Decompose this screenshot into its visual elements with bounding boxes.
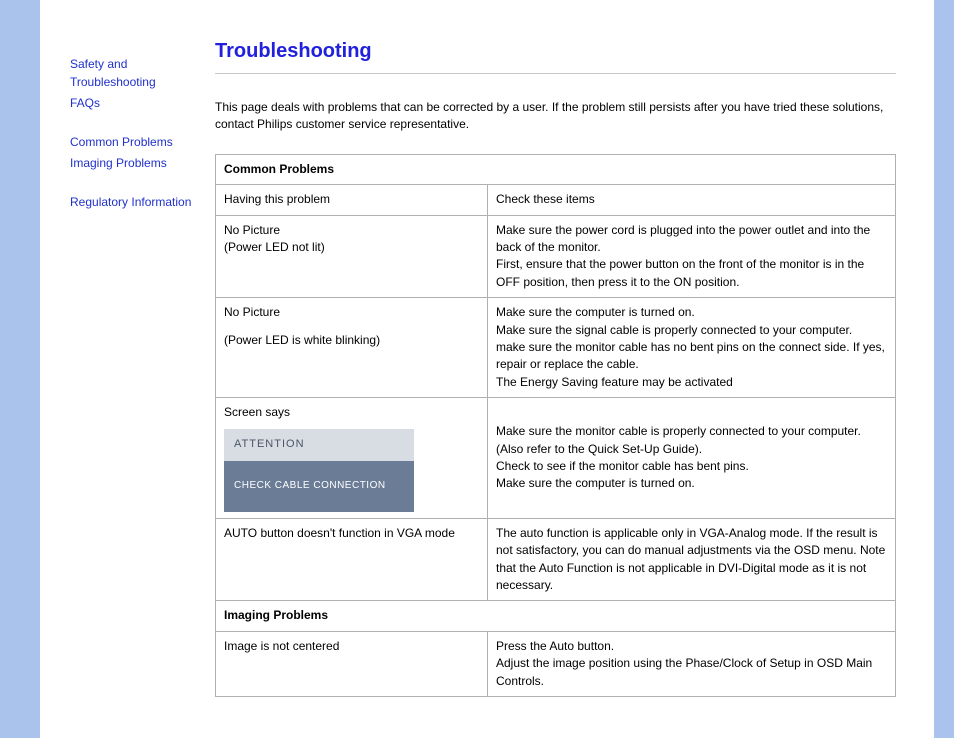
page-title: Troubleshooting (215, 40, 896, 63)
solution-text: Adjust the image position using the Phas… (496, 655, 887, 690)
solution-text: The Energy Saving feature may be activat… (496, 374, 887, 391)
solution-cell: Make sure the power cord is plugged into… (488, 215, 896, 298)
problem-text: No Picture (224, 222, 479, 239)
main-content: Troubleshooting This page deals with pro… (210, 0, 916, 738)
section-heading-imaging: Imaging Problems (216, 601, 896, 631)
problem-text: (Power LED is white blinking) (224, 332, 479, 349)
left-decorative-bar (0, 0, 40, 738)
attention-dialog: ATTENTION CHECK CABLE CONNECTION (224, 429, 414, 511)
solution-text: Make sure the power cord is plugged into… (496, 222, 887, 257)
nav-link-imaging-problems[interactable]: Imaging Problems (70, 154, 200, 172)
title-divider (215, 73, 896, 74)
attention-message: CHECK CABLE CONNECTION (224, 461, 414, 512)
column-heading-problem: Having this problem (216, 185, 488, 215)
nav-link-common-problems[interactable]: Common Problems (70, 133, 200, 151)
solution-cell: Make sure the computer is turned on. Mak… (488, 298, 896, 398)
solution-cell: The auto function is applicable only in … (488, 518, 896, 601)
problem-cell: No Picture (Power LED not lit) (216, 215, 488, 298)
right-decorative-bar (934, 0, 954, 738)
table-section-row: Imaging Problems (216, 601, 896, 631)
table-section-row: Common Problems (216, 154, 896, 184)
problem-text: Image is not centered (224, 638, 479, 655)
sidebar-nav: Safety and Troubleshooting FAQs Common P… (40, 0, 210, 738)
page-container: Safety and Troubleshooting FAQs Common P… (0, 0, 954, 738)
table-row: AUTO button doesn't function in VGA mode… (216, 518, 896, 601)
solution-cell: Make sure the monitor cable is properly … (488, 398, 896, 519)
solution-text: make sure the monitor cable has no bent … (496, 339, 887, 374)
solution-text: Press the Auto button. (496, 638, 887, 655)
attention-header: ATTENTION (224, 429, 414, 461)
problem-cell: AUTO button doesn't function in VGA mode (216, 518, 488, 601)
solution-text: Make sure the signal cable is properly c… (496, 322, 887, 339)
problem-text: AUTO button doesn't function in VGA mode (224, 525, 479, 542)
table-header-row: Having this problem Check these items (216, 185, 896, 215)
intro-text: This page deals with problems that can b… (215, 99, 896, 134)
nav-link-faqs[interactable]: FAQs (70, 94, 200, 112)
solution-text: First, ensure that the power button on t… (496, 256, 887, 291)
problem-cell: No Picture (Power LED is white blinking) (216, 298, 488, 398)
table-row: Screen says ATTENTION CHECK CABLE CONNEC… (216, 398, 896, 519)
solution-text: Make sure the computer is turned on. (496, 304, 887, 321)
table-row: No Picture (Power LED not lit) Make sure… (216, 215, 896, 298)
problem-text: Screen says (224, 404, 479, 421)
solution-text: Make sure the monitor cable is properly … (496, 423, 887, 458)
problem-cell: Screen says ATTENTION CHECK CABLE CONNEC… (216, 398, 488, 519)
table-row: No Picture (Power LED is white blinking)… (216, 298, 896, 398)
troubleshooting-table: Common Problems Having this problem Chec… (215, 154, 896, 697)
right-gap (916, 0, 934, 738)
problem-cell: Image is not centered (216, 631, 488, 696)
column-heading-check: Check these items (488, 185, 896, 215)
solution-text: The auto function is applicable only in … (496, 525, 887, 595)
nav-link-regulatory[interactable]: Regulatory Information (70, 193, 200, 211)
nav-link-safety[interactable]: Safety and Troubleshooting (70, 55, 200, 91)
problem-text: (Power LED not lit) (224, 239, 479, 256)
solution-text: Check to see if the monitor cable has be… (496, 458, 887, 475)
table-row: Image is not centered Press the Auto but… (216, 631, 896, 696)
section-heading-common: Common Problems (216, 154, 896, 184)
solution-text: Make sure the computer is turned on. (496, 475, 887, 492)
problem-text: No Picture (224, 304, 479, 321)
solution-cell: Press the Auto button. Adjust the image … (488, 631, 896, 696)
